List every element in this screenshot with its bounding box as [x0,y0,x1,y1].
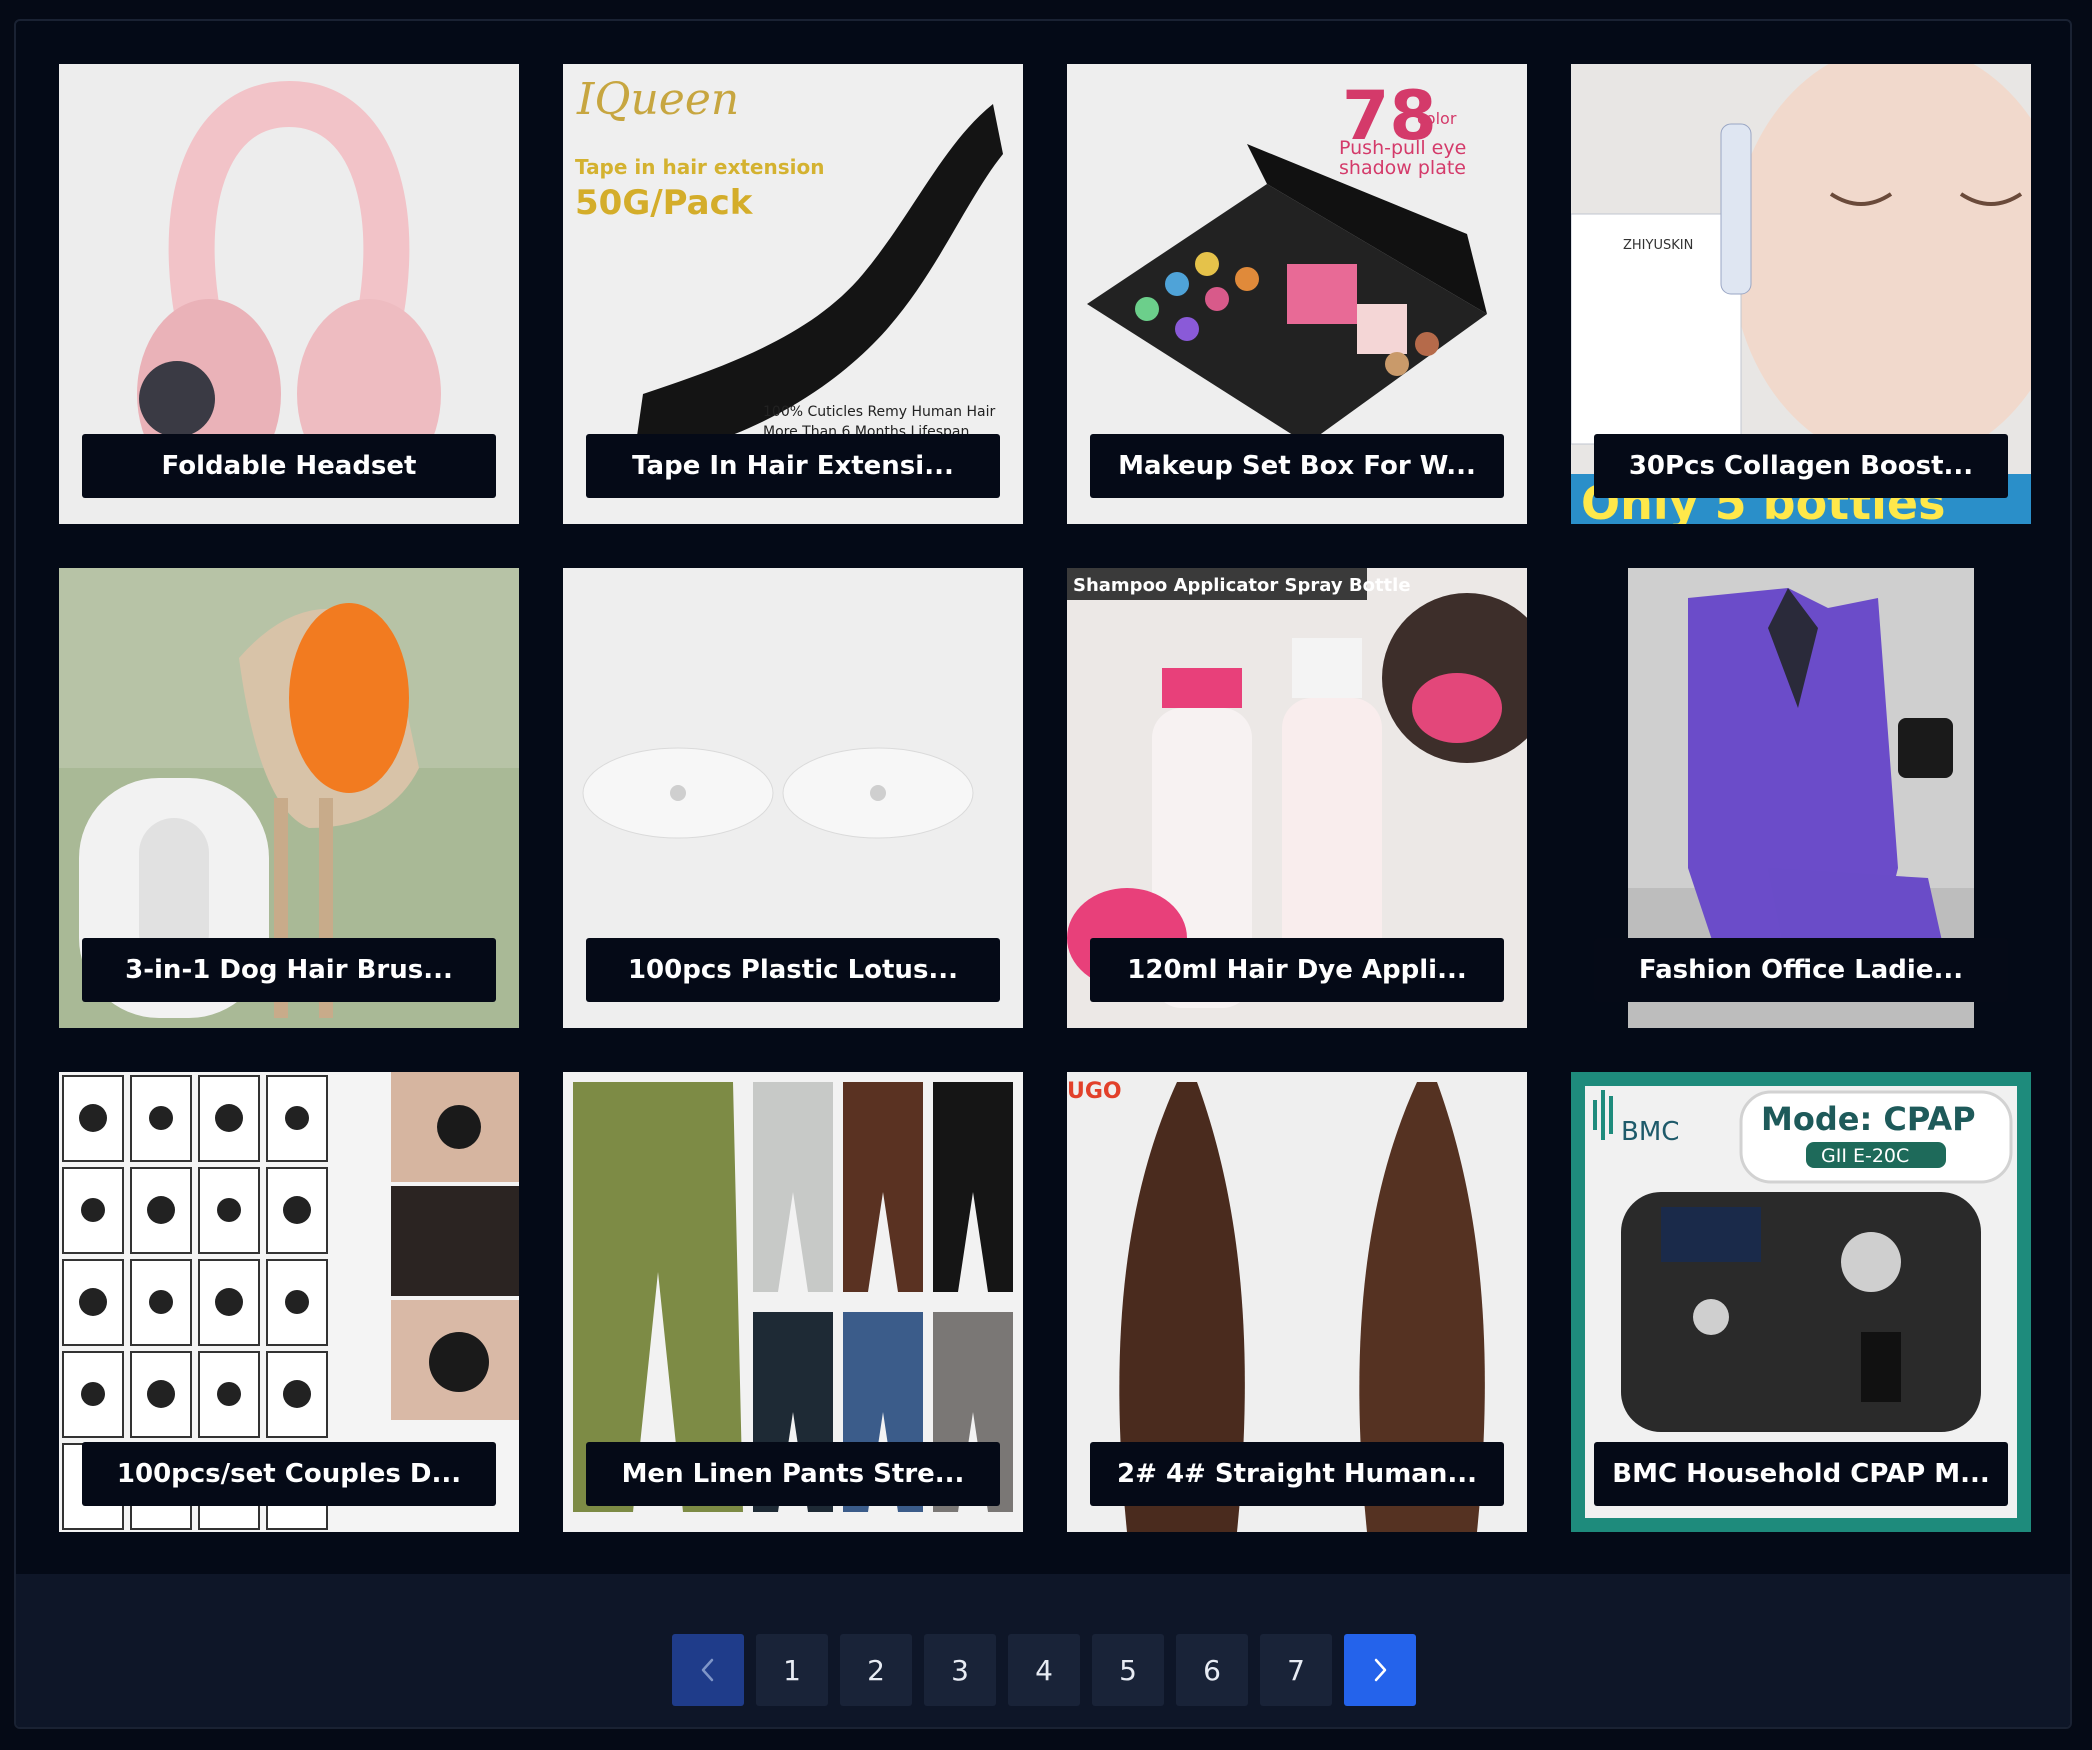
next-page-button[interactable] [1344,1634,1416,1706]
banner-text: Shampoo Applicator Spray Bottle [1073,575,1411,596]
product-card[interactable]: Shampoo Applicator Spray Bottle 120ml Ha… [1067,568,1527,1028]
page-button-5[interactable]: 5 [1092,1634,1164,1706]
chevron-left-icon [701,1658,714,1682]
page-button-6[interactable]: 6 [1176,1634,1248,1706]
product-card[interactable]: IQueen Tape in hair extension 50G/Pack 1… [563,64,1023,524]
product-name: Tape In Hair Extensi... [586,434,1000,498]
chevron-right-icon [1374,1658,1387,1682]
product-name: Makeup Set Box For W... [1090,434,1504,498]
pack-text: 50G/Pack [575,183,754,223]
page-button-3[interactable]: 3 [924,1634,996,1706]
product-grid-panel: Foldable Headset IQueen Tape in hair ext… [14,19,2072,1729]
page-button-4[interactable]: 4 [1008,1634,1080,1706]
prev-page-button[interactable] [672,1634,744,1706]
product-card[interactable]: UGO 2# 4# Straight Human... [1067,1072,1527,1532]
product-name: 2# 4# Straight Human... [1090,1442,1504,1506]
product-card[interactable]: 78 color Push-pull eye shadow plate Make… [1067,64,1527,524]
product-card[interactable]: 3-in-1 Dog Hair Brus... [59,568,519,1028]
product-card[interactable]: Foldable Headset [59,64,519,524]
product-name: BMC Household CPAP M... [1594,1442,2008,1506]
page-button-7[interactable]: 7 [1260,1634,1332,1706]
tagline-text: Tape in hair extension [575,155,824,179]
product-name: 100pcs/set Couples D... [82,1442,496,1506]
product-name: 100pcs Plastic Lotus... [586,938,1000,1002]
product-card[interactable]: 100pcs/set Couples D... [59,1072,519,1532]
product-card[interactable]: 100pcs Plastic Lotus... [563,568,1023,1028]
feature-text: 100% Cuticles Remy Human Hair [763,404,995,420]
caption-text: shadow plate [1339,157,1466,179]
page-button-2[interactable]: 2 [840,1634,912,1706]
brand-text: BMC [1621,1117,1679,1147]
caption-text: Push-pull eye [1339,137,1466,159]
product-card[interactable]: Men Linen Pants Stre... [563,1072,1023,1532]
brand-text: IQueen [576,74,739,125]
product-name: Men Linen Pants Stre... [586,1442,1000,1506]
product-name: 120ml Hair Dye Appli... [1090,938,1504,1002]
page-button-1[interactable]: 1 [756,1634,828,1706]
product-name: Fashion Office Ladie... [1594,938,2008,1002]
pagination: 1 2 3 4 5 6 7 [16,1574,2070,1727]
mode-text: Mode: CPAP [1761,1100,1976,1138]
product-card[interactable]: ZHIYUSKIN Only 5 bottles 30Pcs Collagen … [1571,64,2031,524]
product-name: 3-in-1 Dog Hair Brus... [82,938,496,1002]
brand-text: ZHIYUSKIN [1623,238,1693,253]
brand-text: UGO [1067,1079,1122,1104]
color-text: color [1417,109,1457,128]
product-card[interactable]: Fashion Office Ladie... [1571,568,2031,1028]
model-text: GII E-20C [1821,1145,1909,1167]
product-name: 30Pcs Collagen Boost... [1594,434,2008,498]
product-name: Foldable Headset [82,434,496,498]
product-card[interactable]: BMC Mode: CPAP GII E-20C BMC Household C… [1571,1072,2031,1532]
